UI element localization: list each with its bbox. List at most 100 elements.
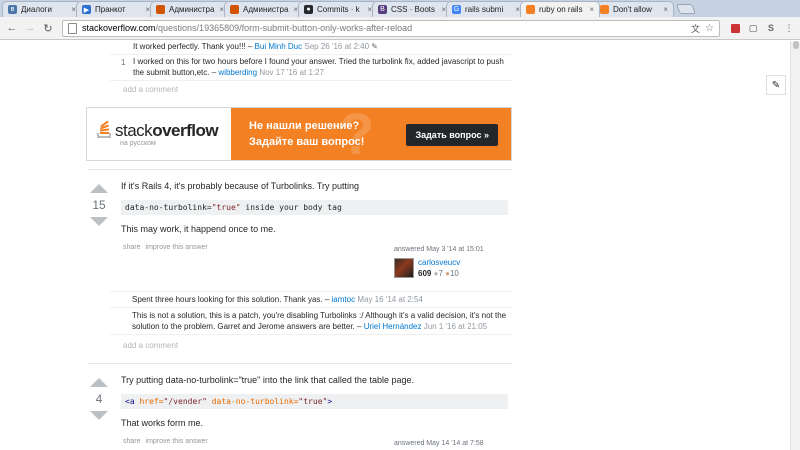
- improve-link[interactable]: improve this answer: [146, 244, 208, 251]
- browser-tab[interactable]: B CSS · Boots ×: [372, 1, 452, 17]
- forward-icon[interactable]: →: [22, 20, 38, 36]
- answered-time: answered May 14 '14 at 7:58: [394, 440, 484, 447]
- vote-up-icon[interactable]: [90, 378, 108, 387]
- extension-icon[interactable]: [728, 21, 742, 35]
- answered-time: answered May 3 '14 at 15:01: [394, 246, 484, 253]
- reload-icon[interactable]: ↻: [40, 20, 56, 36]
- comment-date: Jun 1 '16 at 21:05: [423, 322, 488, 331]
- menu-icon[interactable]: ⋮: [782, 21, 796, 35]
- address-bar[interactable]: stackoverflow.com/questions/19365809/for…: [62, 19, 720, 37]
- browser-tab[interactable]: ruby on rails ×: [520, 1, 600, 17]
- reputation: 609 ●7 ●10: [418, 269, 459, 278]
- vote-down-icon[interactable]: [90, 217, 108, 226]
- logo-subtitle: на русском: [120, 140, 156, 147]
- comment: Spent three hours looking for this solut…: [110, 291, 512, 308]
- divider: [88, 363, 512, 364]
- code-block: data-no-turbolink="true" inside your bod…: [121, 200, 508, 215]
- comment-text: Spent three hours looking for this solut…: [132, 295, 332, 304]
- back-icon[interactable]: ←: [4, 20, 20, 36]
- vote-cell: 4: [88, 378, 110, 420]
- comment-text: It worked perfectly. Thank you!!! –: [133, 42, 255, 51]
- tab-favicon-icon: ●: [304, 5, 313, 14]
- browser-tab[interactable]: ● Commits · k ×: [298, 1, 378, 17]
- answer-text: Try putting data-no-turbolink="true" int…: [121, 375, 414, 385]
- post-menu: share improve this answer: [123, 244, 213, 251]
- vote-count: 4: [95, 392, 103, 406]
- browser-tab[interactable]: Don't allow ×: [594, 1, 674, 17]
- comment-user-link[interactable]: Uriel Hernández: [364, 322, 422, 331]
- code-block: <a href="/vender" data-no-turbolink="tru…: [121, 394, 508, 409]
- banner-line-1: Не нашли решение?: [249, 120, 360, 132]
- add-comment-link[interactable]: add a comment: [123, 85, 178, 94]
- answer-text: If it's Rails 4, it's probably because o…: [121, 181, 360, 191]
- add-comment-link[interactable]: add a comment: [123, 341, 178, 350]
- comment-user-link[interactable]: iamtoc: [332, 295, 356, 304]
- scrollbar-thumb[interactable]: [793, 41, 799, 49]
- browser-tab[interactable]: Grails submi ×: [446, 1, 526, 17]
- bookmark-star-icon[interactable]: ☆: [705, 23, 714, 34]
- close-tab-icon[interactable]: ×: [589, 5, 594, 14]
- answer-text: This may work, it happend once to me.: [121, 224, 276, 234]
- comment-date: Sep 26 '16 at 2:40: [304, 42, 370, 51]
- comment: It worked perfectly. Thank you!!! – Bui …: [110, 41, 512, 55]
- tab-title: Commits · k: [317, 5, 360, 14]
- banner-line-2: Задайте ваш вопрос!: [249, 136, 365, 148]
- code-part: data-no-turbolink=: [125, 203, 212, 212]
- ask-question-button[interactable]: Задать вопрос »: [406, 124, 498, 146]
- user-link[interactable]: carlosveucv: [418, 258, 460, 267]
- comment: 1 I worked on this for two hours before …: [110, 54, 512, 81]
- comment-date: Nov 17 '16 at 1:27: [259, 68, 325, 77]
- share-link[interactable]: share: [123, 244, 141, 251]
- avatar[interactable]: [394, 258, 414, 278]
- code-attr: data-no-turbolink=: [206, 397, 299, 406]
- scrollbar[interactable]: [790, 41, 800, 450]
- new-tab-button[interactable]: [676, 4, 696, 14]
- so-logo: stackoverflow на русском: [87, 108, 231, 160]
- extension-s-icon[interactable]: S: [764, 21, 778, 35]
- comment-user-link[interactable]: wibberding: [218, 68, 257, 77]
- tab-favicon-icon: [230, 5, 239, 14]
- url-domain: stackoverflow.com: [82, 23, 156, 33]
- answer-text: That works form me.: [121, 418, 204, 428]
- page-content: It worked perfectly. Thank you!!! – Bui …: [0, 41, 790, 450]
- magic-wand-icon[interactable]: ✎: [766, 75, 786, 95]
- page-info-icon[interactable]: [68, 22, 77, 34]
- improve-link[interactable]: improve this answer: [146, 438, 208, 445]
- url-path: /questions/19365809/form-submit-button-o…: [155, 23, 413, 33]
- translate-icon[interactable]: 文: [691, 22, 700, 35]
- comment-date: May 16 '14 at 2:54: [357, 295, 423, 304]
- stackoverflow-logo-icon: [97, 120, 111, 138]
- vote-count: 15: [92, 198, 106, 212]
- tab-favicon-icon: [526, 5, 535, 14]
- code-string: "true": [211, 203, 241, 212]
- browser-tab[interactable]: Администра ×: [224, 1, 304, 17]
- code-part: >: [327, 397, 333, 406]
- comment: This is not a solution, this is a patch,…: [110, 308, 512, 335]
- banner-cta: ? Не нашли решение? Задайте ваш вопрос! …: [231, 108, 511, 160]
- vote-down-icon[interactable]: [90, 411, 108, 420]
- share-link[interactable]: share: [123, 438, 141, 445]
- tab-title: Администра: [169, 5, 215, 14]
- tab-title: Администра: [243, 5, 289, 14]
- tab-title: CSS · Boots: [391, 5, 436, 14]
- browser-tab[interactable]: в Диалоги ×: [2, 1, 82, 17]
- edit-icon[interactable]: ✎: [371, 42, 378, 51]
- code-string: "/vender": [163, 397, 207, 406]
- vote-up-icon[interactable]: [90, 184, 108, 193]
- vote-cell: 15: [88, 184, 110, 226]
- code-string: "true": [298, 397, 328, 406]
- tab-title: Пранкот: [95, 5, 126, 14]
- tab-title: Диалоги: [21, 5, 52, 14]
- bronze-badges: 10: [449, 269, 459, 278]
- tab-favicon-icon: G: [452, 5, 461, 14]
- tab-list: в Диалоги × ▶ Пранкот × Администра × Администра ×…: [2, 1, 674, 17]
- browser-tab[interactable]: Администра ×: [150, 1, 230, 17]
- extension-lock-icon[interactable]: ▢: [746, 21, 760, 35]
- close-tab-icon[interactable]: ×: [663, 5, 668, 14]
- tab-title: ruby on rails: [539, 5, 583, 14]
- logo-text-a: stack: [115, 121, 153, 140]
- browser-tab[interactable]: ▶ Пранкот ×: [76, 1, 156, 17]
- reputation-score: 609: [418, 269, 432, 278]
- comment-user-link[interactable]: Bui Minh Duc: [255, 42, 303, 51]
- ask-question-banner[interactable]: stackoverflow на русском ? Не нашли реше…: [86, 107, 512, 161]
